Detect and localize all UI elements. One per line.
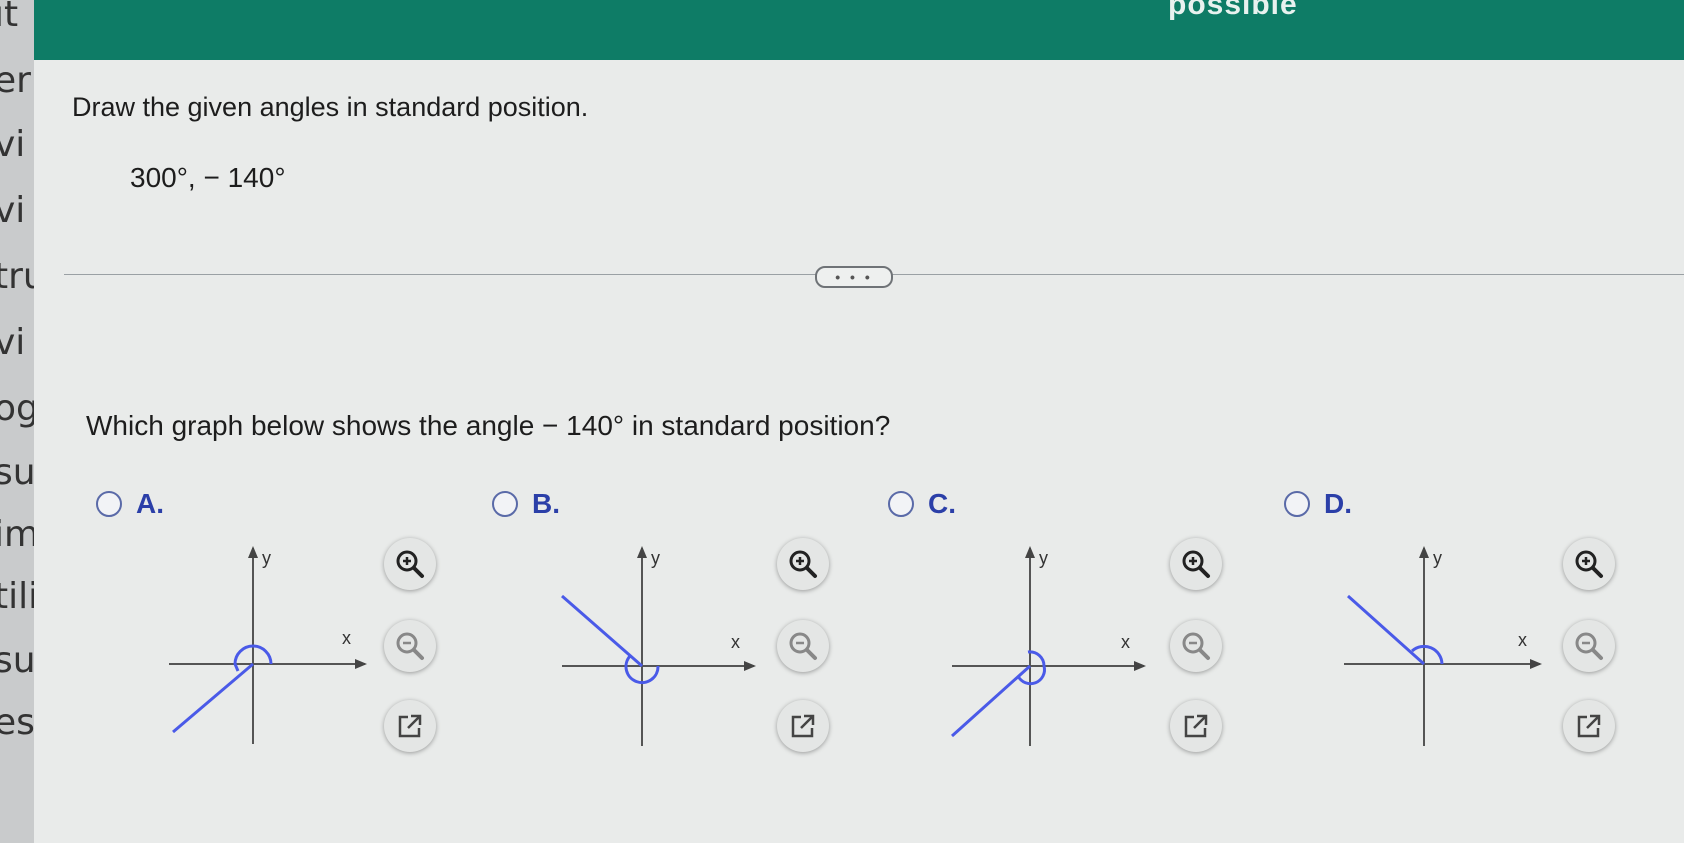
option-d-open-button[interactable] xyxy=(1563,700,1615,752)
sidebar-fragment[interactable]: ogı xyxy=(0,388,34,429)
question-angles: 300°, − 140° xyxy=(130,162,286,193)
zoom-out-icon xyxy=(1575,632,1603,660)
option-b-zoom-in-button[interactable] xyxy=(777,538,829,590)
option-a-y-label: y xyxy=(262,548,271,568)
zoom-out-icon xyxy=(789,632,817,660)
sidebar-fragment[interactable]: sur xyxy=(0,640,34,681)
sidebar-fragment[interactable]: iml xyxy=(0,514,34,555)
sidebar-fragment[interactable]: tru xyxy=(0,256,34,297)
option-a-x-label: x xyxy=(342,628,351,648)
sidebar-fragment[interactable]: vi xyxy=(0,322,25,363)
option-c[interactable]: C. xyxy=(888,488,956,520)
option-a-open-button[interactable] xyxy=(384,700,436,752)
option-d-graph: y x xyxy=(1344,546,1542,746)
option-c-zoom-in-button[interactable] xyxy=(1170,538,1222,590)
zoom-out-icon xyxy=(396,632,424,660)
option-a-terminal-side xyxy=(172,662,254,734)
option-c-angle-arc xyxy=(1016,650,1046,686)
option-c-y-label: y xyxy=(1039,548,1048,568)
option-a-zoom-out-button[interactable] xyxy=(384,620,436,672)
option-a-label: A. xyxy=(136,488,164,519)
header-text: possible xyxy=(1168,0,1298,21)
open-external-icon xyxy=(398,714,422,738)
option-d-radio[interactable] xyxy=(1284,491,1310,517)
option-a-zoom-in-button[interactable] xyxy=(384,538,436,590)
zoom-out-icon xyxy=(1182,632,1210,660)
question-instruction: Draw the given angles in standard positi… xyxy=(72,92,589,122)
zoom-in-icon xyxy=(396,550,424,578)
sidebar-fragment[interactable]: ıt xyxy=(0,0,18,35)
option-c-zoom-out-button[interactable] xyxy=(1170,620,1222,672)
option-d-zoom-in-button[interactable] xyxy=(1563,538,1615,590)
sidebar-fragment[interactable]: ese xyxy=(0,702,34,743)
sidebar-fragment[interactable]: vi xyxy=(0,190,25,231)
option-b-label: B. xyxy=(532,488,560,519)
zoom-in-icon xyxy=(789,550,817,578)
option-b[interactable]: B. xyxy=(492,488,560,520)
option-d-angle-arc xyxy=(1411,644,1444,665)
option-a-graph: y x xyxy=(169,546,367,744)
option-b-x-label: x xyxy=(731,632,740,652)
question-prompt: Which graph below shows the angle − 140°… xyxy=(86,410,891,441)
open-external-icon xyxy=(1577,714,1601,738)
open-external-icon xyxy=(791,714,815,738)
option-b-zoom-out-button[interactable] xyxy=(777,620,829,672)
option-c-radio[interactable] xyxy=(888,491,914,517)
option-d-y-label: y xyxy=(1433,548,1442,568)
option-d-x-label: x xyxy=(1518,630,1527,650)
top-bar: possible xyxy=(0,0,1684,60)
left-sidebar: ıt er vi vi tru vi ogı su iml tiliz sur … xyxy=(0,0,34,843)
option-d-terminal-side xyxy=(1346,594,1426,666)
zoom-in-icon xyxy=(1182,550,1210,578)
option-d-zoom-out-button[interactable] xyxy=(1563,620,1615,672)
option-b-radio[interactable] xyxy=(492,491,518,517)
option-c-label: C. xyxy=(928,488,956,519)
sidebar-fragment[interactable]: vi xyxy=(0,124,25,165)
option-d[interactable]: D. xyxy=(1284,488,1352,520)
option-a[interactable]: A. xyxy=(96,488,164,520)
expand-more-button[interactable]: • • • xyxy=(815,266,893,288)
open-external-icon xyxy=(1184,714,1208,738)
option-c-open-button[interactable] xyxy=(1170,700,1222,752)
option-d-label: D. xyxy=(1324,488,1352,519)
option-b-graph: y x xyxy=(561,546,756,746)
sidebar-fragment[interactable]: su xyxy=(0,452,34,493)
option-b-y-label: y xyxy=(651,548,660,568)
option-a-radio[interactable] xyxy=(96,491,122,517)
option-b-open-button[interactable] xyxy=(777,700,829,752)
sidebar-fragment[interactable]: er xyxy=(0,60,31,101)
option-c-x-label: x xyxy=(1121,632,1130,652)
zoom-in-icon xyxy=(1575,550,1603,578)
sidebar-fragment[interactable]: tiliz xyxy=(0,576,34,617)
option-b-terminal-side xyxy=(561,594,643,668)
option-c-graph: y x xyxy=(950,546,1146,746)
